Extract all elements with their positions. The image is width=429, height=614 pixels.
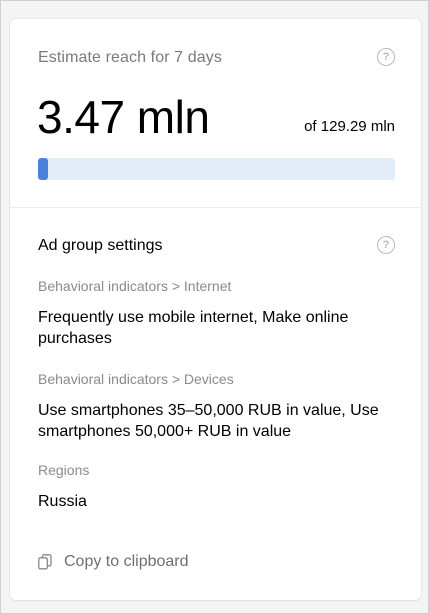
settings-title: Ad group settings bbox=[38, 237, 163, 254]
reach-progress-fill bbox=[38, 158, 48, 180]
reach-value: 3.47 mln bbox=[37, 91, 210, 143]
reach-help-icon[interactable]: ? bbox=[377, 48, 395, 66]
section-divider bbox=[10, 207, 421, 208]
copy-label: Copy to clipboard bbox=[64, 553, 189, 570]
group-label: Behavioral indicators > Internet bbox=[38, 278, 232, 294]
group-value: Frequently use mobile internet, Make onl… bbox=[38, 309, 349, 347]
settings-group-internet: Behavioral indicators > Internet Frequen… bbox=[38, 277, 393, 349]
group-label: Behavioral indicators > Devices bbox=[38, 371, 234, 387]
group-value: Russia bbox=[38, 493, 87, 510]
window-frame: Estimate reach for 7 days ? 3.47 mln of … bbox=[0, 0, 429, 614]
settings-help-icon[interactable]: ? bbox=[377, 236, 395, 254]
settings-group-devices: Behavioral indicators > Devices Use smar… bbox=[38, 370, 393, 442]
reach-progress-bar bbox=[38, 158, 395, 180]
group-label: Regions bbox=[38, 462, 90, 478]
reach-total: of 129.29 mln bbox=[304, 118, 395, 135]
group-value: Use smartphones 35–50,000 RUB in value, … bbox=[38, 402, 379, 440]
reach-card: Estimate reach for 7 days ? 3.47 mln of … bbox=[10, 19, 421, 600]
reach-title: Estimate reach for 7 days bbox=[38, 49, 222, 66]
reach-section: Estimate reach for 7 days ? 3.47 mln of … bbox=[10, 19, 421, 207]
copy-icon bbox=[38, 554, 52, 570]
copy-to-clipboard-button[interactable]: Copy to clipboard bbox=[38, 552, 189, 572]
settings-group-regions: Regions Russia bbox=[38, 461, 393, 512]
